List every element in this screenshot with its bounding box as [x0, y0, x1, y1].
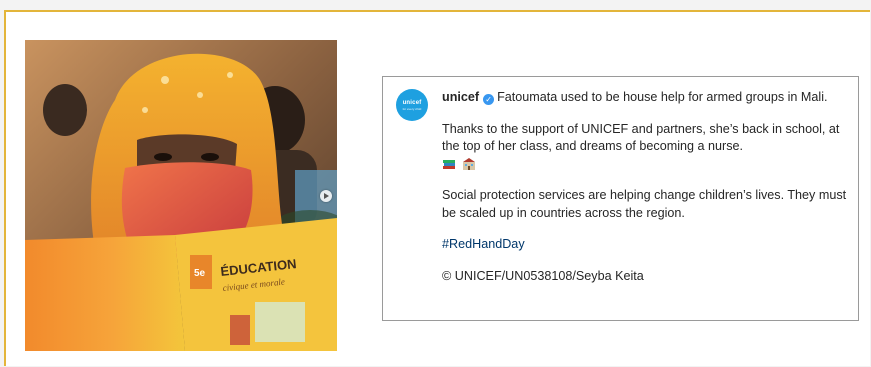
post-caption: unicef ✓ Fatoumata used to be house help f…: [442, 89, 847, 299]
girl-reading-photo: 5e ÉDUCATION civique et morale: [25, 40, 337, 351]
caption-paragraph-2: Thanks to the support of UNICEF and part…: [442, 121, 840, 154]
instagram-post-card: unicef for every child unicef ✓ Fatoumata …: [382, 76, 859, 321]
caption-line-1: Fatoumata used to be house help for arme…: [497, 90, 828, 104]
verified-badge-icon: ✓: [483, 94, 495, 105]
hashtag-link[interactable]: #RedHandDay: [442, 237, 525, 251]
books-emoji-icon: [443, 160, 455, 170]
avatar-logo-text: unicef: [402, 100, 422, 106]
unicef-avatar[interactable]: unicef for every child: [396, 89, 428, 121]
caption-paragraph-3: Social protection services are helping c…: [442, 188, 847, 220]
carousel-next-button[interactable]: [320, 190, 332, 202]
book-badge: 5e: [194, 268, 206, 279]
username-link[interactable]: unicef: [442, 90, 479, 104]
avatar-logo-sub: for every child: [402, 107, 422, 111]
photo-credit: © UNICEF/UN0538108/Seyba Keita: [442, 268, 644, 283]
post-photo[interactable]: 5e ÉDUCATION civique et morale: [25, 40, 337, 351]
school-emoji-icon: [463, 158, 475, 171]
